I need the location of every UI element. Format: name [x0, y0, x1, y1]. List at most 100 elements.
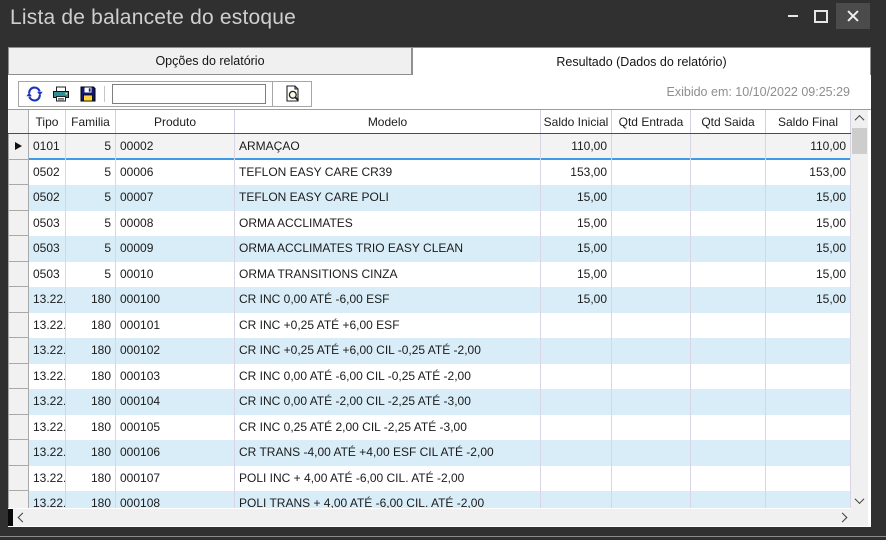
column-header-saldo_inicial[interactable]: Saldo Inicial — [541, 110, 612, 133]
cell-qtd_saida[interactable] — [691, 440, 766, 466]
cell-qtd_entrada[interactable] — [612, 134, 691, 160]
cell-qtd_saida[interactable] — [691, 134, 766, 160]
cell-modelo[interactable]: POLI INC + 4,00 ATÉ -6,00 CIL. ATÉ -2,00 — [235, 466, 541, 492]
vertical-scrollbar[interactable] — [851, 110, 868, 509]
column-header-familia[interactable]: Familia — [66, 110, 116, 133]
cell-tipo[interactable]: 13.22. — [29, 364, 66, 390]
tab-resultado[interactable]: Resultado (Dados do relatório) — [412, 47, 871, 75]
scroll-up-button[interactable] — [851, 110, 868, 127]
cell-produto[interactable]: 000104 — [116, 389, 235, 415]
cell-saldo_inicial[interactable]: 110,00 — [541, 134, 612, 160]
cell-produto[interactable]: 000108 — [116, 491, 235, 508]
cell-qtd_entrada[interactable] — [612, 364, 691, 390]
cell-saldo_final[interactable]: 153,00 — [766, 160, 851, 186]
cell-modelo[interactable]: POLI TRANS + 4,00 ATÉ -6,00 CIL. ATÉ -2,… — [235, 491, 541, 508]
cell-modelo[interactable]: CR INC 0,00 ATÉ -6,00 CIL -0,25 ATÉ -2,0… — [235, 364, 541, 390]
cell-saldo_final[interactable] — [766, 440, 851, 466]
row-selector[interactable] — [8, 364, 29, 390]
cell-saldo_inicial[interactable]: 15,00 — [541, 211, 612, 237]
cell-produto[interactable]: 000103 — [116, 364, 235, 390]
column-header-tipo[interactable]: Tipo — [29, 110, 66, 133]
cell-familia[interactable]: 180 — [66, 364, 116, 390]
cell-saldo_inicial[interactable] — [541, 364, 612, 390]
cell-qtd_entrada[interactable] — [612, 415, 691, 441]
row-selector[interactable] — [8, 134, 29, 160]
cell-saldo_final[interactable]: 15,00 — [766, 185, 851, 211]
row-selector[interactable] — [8, 160, 29, 186]
cell-saldo_final[interactable]: 15,00 — [766, 262, 851, 288]
cell-modelo[interactable]: CR TRANS -4,00 ATÉ +4,00 ESF CIL ATÉ -2,… — [235, 440, 541, 466]
cell-modelo[interactable]: CR INC 0,00 ATÉ -2,00 CIL -2,25 ATÉ -3,0… — [235, 389, 541, 415]
cell-saldo_final[interactable] — [766, 364, 851, 390]
cell-saldo_final[interactable]: 110,00 — [766, 134, 851, 160]
scroll-left-button[interactable] — [14, 509, 31, 526]
cell-modelo[interactable]: ORMA TRANSITIONS CINZA — [235, 262, 541, 288]
cell-familia[interactable]: 180 — [66, 389, 116, 415]
cell-saldo_inicial[interactable]: 15,00 — [541, 236, 612, 262]
cell-produto[interactable]: 00010 — [116, 262, 235, 288]
cell-produto[interactable]: 000102 — [116, 338, 235, 364]
cell-qtd_entrada[interactable] — [612, 160, 691, 186]
cell-produto[interactable]: 000105 — [116, 415, 235, 441]
cell-qtd_entrada[interactable] — [612, 236, 691, 262]
row-selector[interactable] — [8, 466, 29, 492]
row-selector[interactable] — [8, 389, 29, 415]
cell-saldo_inicial[interactable]: 15,00 — [541, 262, 612, 288]
cell-saldo_inicial[interactable] — [541, 415, 612, 441]
cell-familia[interactable]: 180 — [66, 338, 116, 364]
save-button[interactable] — [79, 86, 97, 103]
cell-tipo[interactable]: 0502 — [29, 185, 66, 211]
cell-tipo[interactable]: 13.22. — [29, 440, 66, 466]
column-header-produto[interactable]: Produto — [116, 110, 235, 133]
cell-produto[interactable]: 000101 — [116, 313, 235, 339]
scroll-down-button[interactable] — [851, 492, 868, 509]
cell-tipo[interactable]: 0503 — [29, 236, 66, 262]
cell-saldo_final[interactable] — [766, 313, 851, 339]
cell-qtd_entrada[interactable] — [612, 185, 691, 211]
cell-modelo[interactable]: ARMAÇAO — [235, 134, 541, 160]
column-header-qtd_saida[interactable]: Qtd Saida — [691, 110, 766, 133]
cell-qtd_entrada[interactable] — [612, 389, 691, 415]
cell-familia[interactable]: 180 — [66, 287, 116, 313]
cell-saldo_final[interactable]: 15,00 — [766, 287, 851, 313]
cell-modelo[interactable]: CR INC 0,00 ATÉ -6,00 ESF — [235, 287, 541, 313]
row-selector[interactable] — [8, 440, 29, 466]
cell-qtd_entrada[interactable] — [612, 338, 691, 364]
close-button[interactable] — [836, 3, 870, 29]
cell-qtd_entrada[interactable] — [612, 466, 691, 492]
cell-qtd_entrada[interactable] — [612, 491, 691, 508]
refresh-button[interactable] — [25, 86, 43, 103]
cell-modelo[interactable]: TEFLON EASY CARE POLI — [235, 185, 541, 211]
preview-button[interactable] — [272, 82, 311, 106]
cell-familia[interactable]: 180 — [66, 415, 116, 441]
cell-produto[interactable]: 00007 — [116, 185, 235, 211]
cell-produto[interactable]: 000106 — [116, 440, 235, 466]
cell-familia[interactable]: 5 — [66, 185, 116, 211]
cell-familia[interactable]: 180 — [66, 466, 116, 492]
cell-familia[interactable]: 180 — [66, 313, 116, 339]
cell-qtd_saida[interactable] — [691, 466, 766, 492]
row-selector[interactable] — [8, 211, 29, 237]
cell-saldo_inicial[interactable]: 15,00 — [541, 185, 612, 211]
cell-saldo_inicial[interactable] — [541, 389, 612, 415]
cell-saldo_inicial[interactable] — [541, 491, 612, 508]
cell-tipo[interactable]: 13.22. — [29, 389, 66, 415]
tab-opcoes-do-relatorio[interactable]: Opções do relatório — [8, 47, 412, 75]
column-header-qtd_entrada[interactable]: Qtd Entrada — [612, 110, 691, 133]
cell-saldo_final[interactable] — [766, 491, 851, 508]
print-button[interactable] — [52, 86, 70, 103]
cell-tipo[interactable]: 13.22. — [29, 491, 66, 508]
column-header-modelo[interactable]: Modelo — [235, 110, 541, 133]
cell-produto[interactable]: 00002 — [116, 134, 235, 160]
cell-saldo_inicial[interactable]: 15,00 — [541, 287, 612, 313]
cell-saldo_inicial[interactable] — [541, 466, 612, 492]
cell-tipo[interactable]: 0101 — [29, 134, 66, 160]
row-selector[interactable] — [8, 338, 29, 364]
cell-saldo_inicial[interactable] — [541, 338, 612, 364]
row-selector[interactable] — [8, 491, 29, 508]
cell-modelo[interactable]: CR INC +0,25 ATÉ +6,00 ESF — [235, 313, 541, 339]
cell-qtd_saida[interactable] — [691, 160, 766, 186]
column-header-saldo_final[interactable]: Saldo Final — [766, 110, 851, 133]
cell-qtd_saida[interactable] — [691, 262, 766, 288]
cell-saldo_final[interactable]: 15,00 — [766, 236, 851, 262]
